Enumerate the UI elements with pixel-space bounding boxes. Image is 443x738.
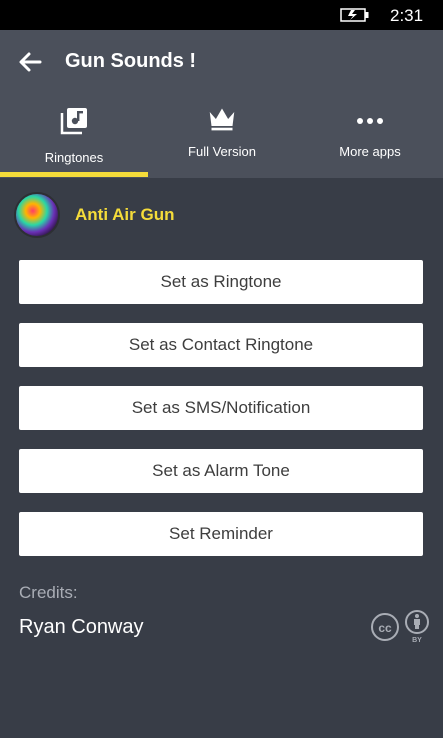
back-arrow-icon[interactable]: [18, 50, 46, 74]
tab-bar: Ringtones Full Version More apps: [0, 105, 443, 178]
tab-full-version[interactable]: Full Version: [148, 105, 296, 178]
status-time: 2:31: [390, 6, 424, 25]
by-icon: BY: [405, 610, 429, 644]
more-dots-icon: [357, 118, 383, 124]
status-bar: 2:31: [0, 0, 443, 30]
tab-more-apps[interactable]: More apps: [296, 105, 443, 178]
tab-label: Full Version: [188, 144, 256, 159]
set-as-contact-ringtone-button[interactable]: Set as Contact Ringtone: [19, 323, 423, 367]
set-reminder-button[interactable]: Set Reminder: [19, 512, 423, 556]
set-as-alarm-tone-button[interactable]: Set as Alarm Tone: [19, 449, 423, 493]
crown-icon: [209, 108, 235, 131]
by-label: BY: [412, 637, 422, 644]
credits-author: Ryan Conway: [19, 616, 144, 638]
credits-label: Credits:: [19, 583, 78, 602]
page-title: Gun Sounds !: [65, 50, 197, 72]
set-as-sms-notification-button[interactable]: Set as SMS/Notification: [19, 386, 423, 430]
set-as-ringtone-button[interactable]: Set as Ringtone: [19, 260, 423, 304]
battery-charging-icon: [340, 8, 369, 22]
ringtone-header: Anti Air Gun: [14, 192, 434, 240]
music-library-icon: [60, 108, 87, 135]
tab-label: Ringtones: [44, 150, 104, 165]
svg-text:cc: cc: [378, 621, 392, 635]
tab-ringtones[interactable]: Ringtones: [0, 105, 148, 178]
cc-icon: cc: [371, 613, 399, 641]
selected-tab-indicator: [0, 172, 148, 177]
ringtone-name: Anti Air Gun: [75, 205, 175, 224]
tab-label: More apps: [339, 144, 401, 159]
avatar: [14, 192, 60, 238]
app-header: Gun Sounds ! Ringtones Full Version More…: [0, 30, 443, 178]
